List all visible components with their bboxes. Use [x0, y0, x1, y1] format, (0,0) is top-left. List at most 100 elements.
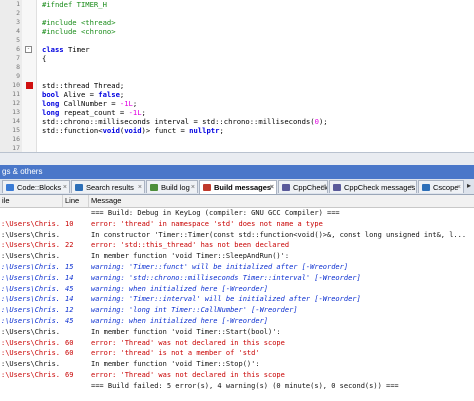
line-cell: 60	[65, 338, 74, 347]
table-row[interactable]: :\Users\Chris... 10 error: 'thread' in nam…	[0, 219, 474, 230]
table-row[interactable]: :\Users\Chris... 14 warning: 'std::chrono:…	[0, 273, 474, 284]
code-token: ;	[219, 126, 224, 135]
code-line[interactable]: 5	[0, 36, 474, 45]
message-cell: error: 'std::this_thread' has not been d…	[91, 241, 290, 250]
line-cell: 22	[65, 241, 74, 250]
close-icon[interactable]: ×	[138, 181, 142, 193]
code-token: -1L	[119, 99, 133, 108]
table-header: ile Line Message	[0, 195, 474, 208]
code-line[interactable]: 10 std::thread Thread;	[0, 81, 474, 90]
close-icon[interactable]: ×	[270, 181, 274, 194]
tab-cppcheck[interactable]: CppCheck ×	[278, 180, 328, 193]
breakpoint-icon[interactable]	[26, 82, 33, 89]
code-line[interactable]: 12 long CallNumber = -1L;	[0, 99, 474, 108]
code-line[interactable]: 1 #ifndef TIMER_H	[0, 0, 474, 9]
code-line[interactable]: 3 #include <thread>	[0, 18, 474, 27]
code-token: #include <chrono>	[42, 27, 116, 36]
column-header-file[interactable]: ile	[0, 195, 63, 207]
table-row[interactable]: :\Users\Chris... 45 warning: when initiali…	[0, 316, 474, 327]
tab-icon	[6, 184, 14, 191]
code-line[interactable]: 9	[0, 72, 474, 81]
code-token: {	[42, 54, 47, 63]
table-row[interactable]: :\Users\Chris... 45 warning: when initiali…	[0, 284, 474, 295]
table-row[interactable]: :\Users\Chris... 22 error: 'std::this_thre…	[0, 240, 474, 251]
code-line[interactable]: 2	[0, 9, 474, 18]
code-line[interactable]: 6- class Timer	[0, 45, 474, 54]
code-line[interactable]: 8	[0, 63, 474, 72]
tab-icon	[75, 184, 83, 191]
table-row[interactable]: :\Users\Chris... In member function 'void…	[0, 327, 474, 338]
tab-code-blocks[interactable]: Code::Blocks ×	[2, 180, 70, 193]
code-line[interactable]: 17	[0, 144, 474, 152]
file-cell: :\Users\Chris...	[1, 360, 61, 369]
file-cell: :\Users\Chris...	[1, 295, 61, 304]
message-cell: In member function 'void Timer::Stop()':	[91, 360, 260, 369]
code-token: void	[102, 126, 120, 135]
table-row[interactable]: :\Users\Chris... In constructor 'Timer::T…	[0, 230, 474, 241]
tab-search-results[interactable]: Search results ×	[71, 180, 145, 193]
table-row[interactable]: :\Users\Chris... 60 error: 'thread' is not…	[0, 348, 474, 359]
table-row[interactable]: :\Users\Chris... 15 warning: 'Timer::funct…	[0, 262, 474, 273]
panel-splitter[interactable]	[0, 152, 474, 165]
line-cell: 45	[65, 317, 74, 325]
code-line[interactable]: 13 long repeat_count = -1L;	[0, 108, 474, 117]
tab-build-messages[interactable]: Build messages ×	[199, 180, 277, 194]
code-token: false	[98, 90, 120, 99]
line-number: 13	[12, 108, 20, 116]
table-row[interactable]: :\Users\Chris... In member function 'void…	[0, 251, 474, 262]
tab-label: CppCheck messages	[344, 183, 416, 192]
close-icon[interactable]: ×	[410, 181, 414, 193]
code-editor[interactable]: 1 #ifndef TIMER_H 2 3 #include <thread> 4 #inc…	[0, 0, 474, 152]
table-row[interactable]: :\Users\Chris... 12 warning: 'long int Tim…	[0, 305, 474, 316]
build-messages-table: ile Line Message === Build: Debug in Key…	[0, 195, 474, 401]
code-text: long repeat_count = -1L;	[42, 108, 146, 117]
line-number: 5	[16, 36, 20, 44]
table-row[interactable]: :\Users\Chris... In member function 'void…	[0, 359, 474, 370]
close-icon[interactable]: ×	[63, 181, 67, 193]
code-line[interactable]: 16	[0, 135, 474, 144]
line-cell: 45	[65, 284, 74, 293]
table-row[interactable]: === Build failed: 5 error(s), 4 warning(…	[0, 381, 474, 392]
code-line[interactable]: 4 #include <chrono>	[0, 27, 474, 36]
tab-cscope[interactable]: Cscope ×	[418, 180, 464, 193]
code-line[interactable]: 11 bool Alive = false;	[0, 90, 474, 99]
tab-scroll-right-icon[interactable]: ▸	[467, 181, 471, 190]
tab-label: Build messages	[214, 183, 272, 192]
tab-build-log[interactable]: Build log ×	[146, 180, 198, 193]
line-number: 7	[16, 54, 20, 62]
tab-cppcheck-messages[interactable]: CppCheck messages ×	[329, 180, 417, 193]
code-token: #include <thread>	[42, 18, 116, 27]
code-token: ;	[132, 99, 138, 108]
file-cell: :\Users\Chris...	[1, 338, 61, 347]
code-text: std::thread Thread;	[42, 81, 124, 90]
message-cell: === Build: Debug in KeyLog (compiler: GN…	[91, 209, 340, 217]
message-cell: In member function 'void Timer::SleepAnd…	[91, 252, 290, 261]
column-header-message[interactable]: Message	[89, 195, 474, 207]
code-token: ::	[54, 81, 64, 90]
message-cell: error: 'thread' is not a member of 'std'	[91, 349, 260, 358]
code-line[interactable]: 7{	[0, 54, 474, 63]
line-cell: 14	[65, 273, 74, 282]
code-line[interactable]: 14 std::chrono::milliseconds interval = s…	[0, 117, 474, 126]
code-token: Alive =	[59, 90, 99, 99]
code-line[interactable]: 15 std::function<void(void)> funct = null…	[0, 126, 474, 135]
table-row[interactable]: :\Users\Chris... 60 error: 'Thread' was no…	[0, 338, 474, 349]
close-icon[interactable]: ×	[321, 181, 325, 193]
table-row[interactable]: :\Users\Chris... 69 error: 'Thread' was no…	[0, 370, 474, 381]
file-cell: :\Users\Chris...	[1, 349, 61, 358]
file-cell: :\Users\Chris...	[1, 219, 61, 228]
file-cell: :\Users\Chris...	[1, 371, 61, 379]
table-row[interactable]: === Build: Debug in KeyLog (compiler: GN…	[0, 208, 474, 219]
code-token: thread Thread;	[63, 81, 125, 90]
message-cell: warning: when initialized here [-Wreorde…	[91, 317, 269, 325]
table-row[interactable]: :\Users\Chris... 14 warning: 'Timer::inter…	[0, 294, 474, 305]
file-cell: :\Users\Chris...	[1, 241, 61, 250]
line-cell: 60	[65, 349, 74, 358]
tab-label: Cscope	[433, 183, 459, 192]
code-token: std	[42, 81, 55, 90]
fold-toggle-icon[interactable]: -	[25, 46, 32, 53]
close-icon[interactable]: ×	[457, 181, 461, 193]
column-header-line[interactable]: Line	[63, 195, 89, 207]
code-token: Timer	[63, 45, 90, 54]
close-icon[interactable]: ×	[191, 181, 195, 193]
